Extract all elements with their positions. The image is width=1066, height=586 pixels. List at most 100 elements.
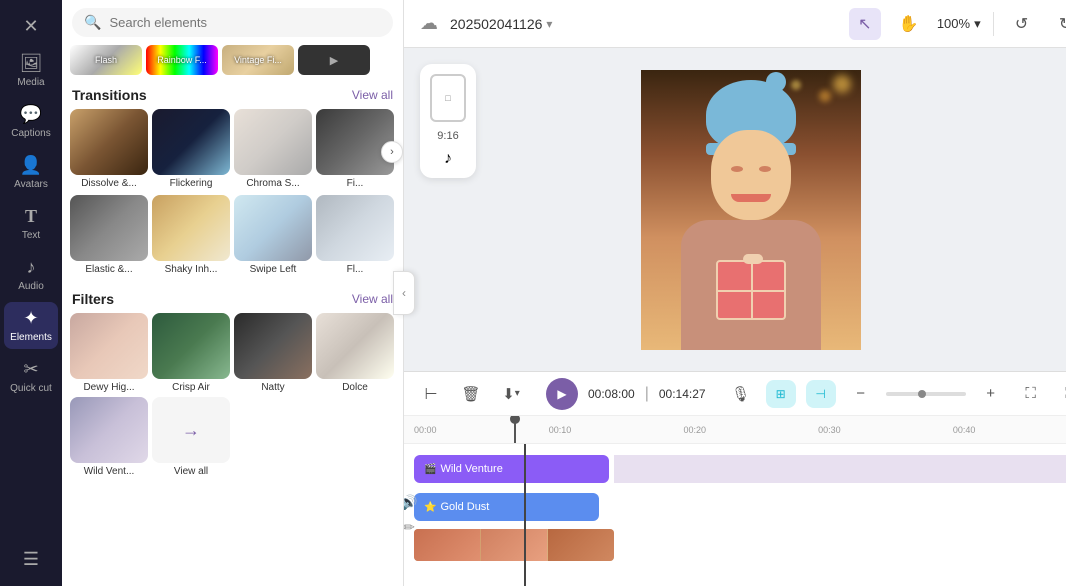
hand-tool-button[interactable]: ✋ xyxy=(893,8,925,40)
redo-button[interactable]: ↻ xyxy=(1050,8,1066,40)
cursor-tool-button[interactable]: ↖ xyxy=(849,8,881,40)
timeline-area: ⊢ 🗑 ⬇ ▾ ▶ 00:08:00 | 00:14:27 🎙 ⊞ xyxy=(404,371,1066,586)
track-row-1: 🎬 Wild Venture xyxy=(404,450,1066,488)
zoom-slider-thumb[interactable] xyxy=(918,390,926,398)
photo-strip[interactable] xyxy=(414,529,614,561)
track-row-3 xyxy=(404,526,1066,564)
export-icon: ⬇ xyxy=(502,385,515,403)
timeline-ruler: 00:00 00:10 00:20 00:30 00:40 xyxy=(404,416,1066,444)
photo-cell-2 xyxy=(481,529,547,561)
play-button[interactable]: ▶ xyxy=(546,378,578,410)
zoom-label: 100% xyxy=(937,16,970,31)
transition-shaky[interactable]: Shaky Inh... xyxy=(152,195,230,275)
redo-icon: ↻ xyxy=(1059,14,1066,34)
mic-button[interactable]: 🎙 xyxy=(726,379,756,409)
sidebar-item-avatars[interactable]: 👤 Avatars xyxy=(4,149,58,196)
panel-collapse-button[interactable]: ‹ xyxy=(393,271,415,315)
transition-dissolve[interactable]: Dissolve &... xyxy=(70,109,148,189)
sidebar-item-captions[interactable]: 💬 Captions xyxy=(4,98,58,145)
search-input[interactable] xyxy=(109,15,381,30)
gift-bow xyxy=(743,254,763,264)
filters-view-all[interactable]: View all xyxy=(352,292,393,306)
ruler-mark-1: 00:10 xyxy=(549,425,684,435)
thumb-chip-flash[interactable]: Flash xyxy=(70,45,142,75)
fit-to-screen-button[interactable]: ⛶ xyxy=(1016,379,1046,409)
sidebar-item-subtitles[interactable]: ☰ xyxy=(4,543,58,576)
zoom-out-button[interactable]: − xyxy=(846,379,876,409)
transition-shaky-label: Shaky Inh... xyxy=(152,264,230,275)
cloud-icon: ☁ xyxy=(420,13,438,34)
zoom-control[interactable]: 100% ▾ xyxy=(937,16,981,32)
transition-flickering[interactable]: Flickering xyxy=(152,109,230,189)
mic-icon: 🎙 xyxy=(731,385,750,403)
beat-sync-button[interactable]: ⊣ xyxy=(806,380,836,408)
ai-cut-icon: ⊞ xyxy=(776,387,786,401)
sidebar-item-elements[interactable]: ✦ Elements xyxy=(4,302,58,349)
delete-icon: 🗑 xyxy=(461,385,480,403)
transition-swipeleft[interactable]: Swipe Left xyxy=(234,195,312,275)
canvas-area: □ 9:16 ♪ xyxy=(404,48,1066,371)
trim-tool-button[interactable]: ⊢ xyxy=(416,379,446,409)
filter-dewy[interactable]: Dewy Hig... xyxy=(70,313,148,393)
clip-label: Gold Dust xyxy=(440,501,489,513)
ruler-marks-container: 00:00 00:10 00:20 00:30 00:40 xyxy=(414,425,1066,435)
captions-icon: 💬 xyxy=(20,104,42,125)
edit-pen-icon[interactable]: ✏ xyxy=(404,519,415,536)
quickcut-icon: ✂ xyxy=(23,359,38,380)
avatars-icon: 👤 xyxy=(20,155,42,176)
volume-icon[interactable]: 🔊 xyxy=(404,494,418,511)
thumb-chip-rainbow[interactable]: Rainbow F... xyxy=(146,45,218,75)
transitions-view-all[interactable]: View all xyxy=(352,88,393,102)
search-bar[interactable]: 🔍 xyxy=(72,8,393,37)
timeline-toolbar: ⊢ 🗑 ⬇ ▾ ▶ 00:08:00 | 00:14:27 🎙 ⊞ xyxy=(404,372,1066,416)
gift-box xyxy=(716,260,786,320)
transition-fl[interactable]: Fl... xyxy=(316,195,394,275)
ai-cut-button[interactable]: ⊞ xyxy=(766,380,796,408)
filter-dolce[interactable]: Dolce xyxy=(316,313,394,393)
sidebar-item-audio[interactable]: ♪ Audio xyxy=(4,251,58,298)
smile xyxy=(731,194,771,202)
zoom-in-icon: + xyxy=(986,385,995,402)
zoom-in-button[interactable]: + xyxy=(976,379,1006,409)
thumb-chip-extra[interactable]: ▶ xyxy=(298,45,370,75)
transitions-row2: Elastic &... Shaky Inh... Swipe Left Fl.… xyxy=(62,195,403,281)
sidebar-item-label: Quick cut xyxy=(10,383,52,394)
sidebar-item-label: Elements xyxy=(10,332,52,343)
top-toolbar: ☁ 202502041126 ▾ ↖ ✋ 100% ▾ ↺ ↻ xyxy=(404,0,1066,48)
export-chevron-icon: ▾ xyxy=(515,388,520,399)
filter-viewall[interactable]: → View all xyxy=(152,397,230,477)
sidebar-item-logo[interactable]: ✕ xyxy=(4,10,58,43)
clip-wild-venture[interactable]: 🎬 Wild Venture xyxy=(414,455,609,483)
filter-wildvent-label: Wild Vent... xyxy=(70,466,148,477)
format-tiktok-icon: ♪ xyxy=(444,150,452,168)
thumb-strip: Flash Rainbow F... Vintage Fi... ▶ xyxy=(62,45,403,81)
sidebar-item-label: Text xyxy=(22,230,40,241)
sidebar-item-quickcut[interactable]: ✂ Quick cut xyxy=(4,353,58,400)
sidebar-item-label: Captions xyxy=(11,128,50,139)
total-time: 00:14:27 xyxy=(659,387,706,401)
thumb-chip-vintage[interactable]: Vintage Fi... xyxy=(222,45,294,75)
transition-elastic[interactable]: Elastic &... xyxy=(70,195,148,275)
export-button[interactable]: ⬇ ▾ xyxy=(496,379,526,409)
filter-viewall-label: View all xyxy=(152,466,230,477)
transition-fi-label: Fi... xyxy=(316,178,394,189)
canvas-preview-image xyxy=(641,70,861,350)
sidebar-item-text[interactable]: T Text xyxy=(4,200,58,247)
zoom-slider[interactable] xyxy=(886,392,966,396)
clip-gold-dust[interactable]: ⭐ Gold Dust xyxy=(414,493,599,521)
transition-fl-thumb xyxy=(316,195,394,261)
fullscreen-button[interactable]: ⛶ xyxy=(1056,379,1066,409)
filter-crisp-label: Crisp Air xyxy=(152,382,230,393)
delete-button[interactable]: 🗑 xyxy=(456,379,486,409)
transition-chroma[interactable]: Chroma S... xyxy=(234,109,312,189)
dropdown-chevron-icon[interactable]: ▾ xyxy=(546,17,552,31)
undo-button[interactable]: ↺ xyxy=(1006,8,1038,40)
transitions-next-arrow[interactable]: › xyxy=(381,141,403,163)
sidebar-item-media[interactable]: 🖼 Media xyxy=(4,47,58,94)
filter-crisp[interactable]: Crisp Air xyxy=(152,313,230,393)
ruler-mark-2: 00:20 xyxy=(683,425,818,435)
filter-wildvent[interactable]: Wild Vent... xyxy=(70,397,148,477)
playhead[interactable] xyxy=(514,416,516,443)
filter-natty[interactable]: Natty xyxy=(234,313,312,393)
transition-shaky-thumb xyxy=(152,195,230,261)
